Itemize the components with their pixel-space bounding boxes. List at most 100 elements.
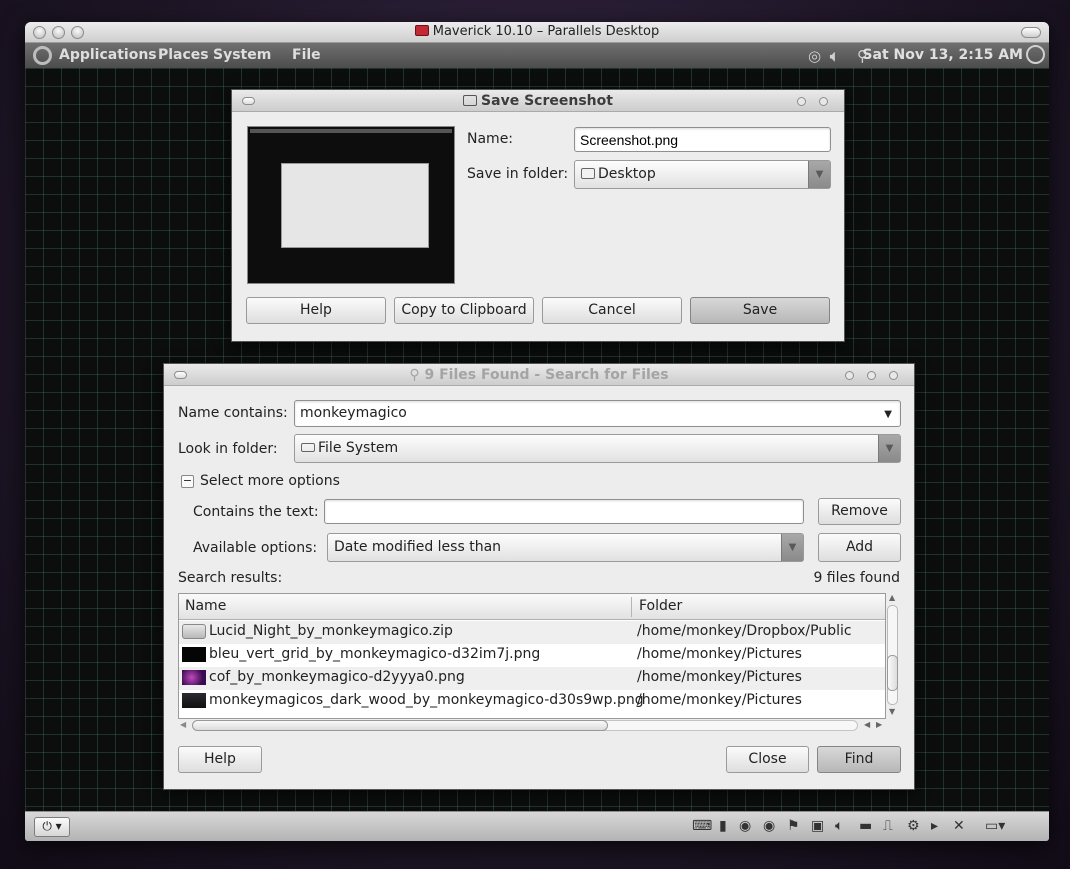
toolbar-toggle-button[interactable]: [1021, 27, 1041, 38]
maximize-button[interactable]: [867, 371, 876, 380]
image-thumbnail-icon: [182, 670, 206, 685]
filename-input[interactable]: [574, 127, 831, 152]
column-divider: [631, 597, 632, 617]
usb-icon[interactable]: ⎍: [883, 818, 893, 834]
network-adapter-icon[interactable]: ⚑: [787, 818, 800, 834]
scroll-right-arrow-icon[interactable]: ▶: [876, 720, 882, 729]
minimize-button[interactable]: [845, 371, 854, 380]
cancel-button[interactable]: Cancel: [542, 297, 682, 324]
tools-icon[interactable]: ✕: [953, 818, 965, 834]
h-scroll-thumb[interactable]: [192, 720, 608, 731]
copy-to-clipboard-button[interactable]: Copy to Clipboard: [394, 297, 534, 324]
files-found-count: 9 files found: [813, 570, 900, 586]
save-button[interactable]: Save: [690, 297, 830, 324]
network-icon[interactable]: ◎: [808, 47, 821, 65]
results-vertical-scrollbar[interactable]: ▲ ▼: [886, 593, 900, 719]
sound-icon[interactable]: 🔈︎: [835, 818, 843, 834]
available-options-value: Date modified less than: [334, 539, 502, 555]
panel-clock[interactable]: Sat Nov 13, 2:15 AM: [862, 47, 1023, 63]
scroll-down-arrow-icon[interactable]: ▼: [889, 707, 895, 716]
contains-text-input[interactable]: [324, 499, 804, 524]
close-button[interactable]: Close: [726, 746, 809, 773]
drive-icon: [301, 443, 315, 452]
vm-power-menu-button[interactable]: ⏻ ▾: [34, 817, 70, 837]
save-folder-combo[interactable]: Desktop ▼: [574, 160, 831, 189]
parallels-status-bar: ⏻ ▾ ⌨ ▮ ◉ ◉ ⚑ ▣ 🔈︎ ▬ ⎍ ⚙ ▸ ✕ ▭▾: [25, 811, 1049, 841]
file-folder: /home/monkey/Pictures: [637, 646, 802, 662]
save-dialog-titlebar: Save Screenshot: [232, 90, 844, 112]
chevron-down-icon[interactable]: ▼: [781, 534, 803, 561]
save-folder-value: Desktop: [598, 166, 656, 182]
scroll-thumb[interactable]: [887, 655, 898, 691]
scroll-up-arrow-icon[interactable]: ▲: [889, 593, 895, 602]
available-options-label: Available options:: [193, 540, 318, 556]
image-thumbnail-icon: [182, 647, 206, 662]
hard-disk-icon[interactable]: ▬: [859, 818, 872, 834]
save-screenshot-dialog: Save Screenshot Name: Save in folder: De…: [231, 89, 845, 342]
preview-dialog: [281, 163, 429, 248]
save-folder-label: Save in folder:: [467, 166, 569, 182]
help-button[interactable]: Help: [246, 297, 386, 324]
screenshot-preview: [247, 126, 455, 284]
volume-icon[interactable]: 🔈︎: [830, 47, 839, 65]
file-name: cof_by_monkeymagico-d2yyya0.png: [209, 669, 465, 685]
minimize-button[interactable]: [797, 97, 806, 106]
name-contains-label: Name contains:: [178, 405, 288, 421]
shared-folders-icon[interactable]: ⚙: [907, 818, 920, 834]
scroll-left-arrow-icon[interactable]: ◀: [864, 720, 870, 729]
chevron-down-icon[interactable]: ▼: [878, 435, 900, 462]
look-in-folder-combo[interactable]: File System ▼: [294, 434, 901, 463]
results-horizontal-scrollbar[interactable]: ◀ ◀ ▶: [178, 718, 886, 734]
remove-button[interactable]: Remove: [818, 498, 901, 525]
cd-drive-2-icon[interactable]: ◉: [763, 818, 775, 834]
mac-titlebar: Maverick 10.10 – Parallels Desktop: [25, 22, 1049, 43]
menu-file[interactable]: File: [292, 47, 321, 63]
ubuntu-logo-icon[interactable]: [33, 46, 52, 65]
collapse-expander-icon[interactable]: −: [181, 475, 194, 488]
name-contains-value: monkeymagico: [300, 405, 407, 421]
add-button[interactable]: Add: [818, 533, 901, 562]
maximize-button[interactable]: [819, 97, 828, 106]
ubuntu-top-panel: Applications Places System File ◎ 🔈︎ ⚲ S…: [25, 43, 1049, 68]
name-label: Name:: [467, 131, 514, 147]
scroll-left-arrow-icon[interactable]: ◀: [180, 720, 186, 729]
help-button[interactable]: Help: [178, 746, 262, 773]
chevron-down-icon[interactable]: ▼: [808, 161, 830, 188]
table-row[interactable]: Lucid_Night_by_monkeymagico.zip /home/mo…: [179, 621, 885, 644]
search-results-table[interactable]: Name Folder Lucid_Night_by_monkeymagico.…: [178, 593, 886, 719]
column-header-folder[interactable]: Folder: [639, 598, 682, 614]
find-button[interactable]: Find: [817, 746, 901, 773]
keyboard-icon[interactable]: ⌨: [692, 818, 712, 834]
archive-icon: [182, 624, 206, 639]
screenshot-icon: [463, 95, 478, 106]
table-row[interactable]: bleu_vert_grid_by_monkeymagico-d32im7j.p…: [179, 644, 885, 667]
play-icon[interactable]: ▸: [931, 818, 938, 834]
dropdown-arrow-icon[interactable]: ▼: [884, 404, 892, 425]
floppy-icon[interactable]: ▣: [811, 818, 824, 834]
power-icon[interactable]: [1026, 45, 1045, 64]
save-dialog-title: Save Screenshot: [232, 93, 844, 109]
mouse-icon[interactable]: ▮: [719, 818, 727, 834]
results-header: Name Folder: [179, 594, 885, 620]
search-dialog-title: ⚲ 9 Files Found - Search for Files: [164, 367, 914, 383]
file-name: bleu_vert_grid_by_monkeymagico-d32im7j.p…: [209, 646, 541, 662]
menu-system[interactable]: System: [213, 47, 271, 63]
folder-icon: [581, 168, 595, 179]
menu-places[interactable]: Places: [158, 47, 209, 63]
column-header-name[interactable]: Name: [185, 598, 226, 614]
contains-text-label: Contains the text:: [193, 504, 319, 520]
select-more-options-label[interactable]: Select more options: [200, 473, 340, 489]
search-results-label: Search results:: [178, 570, 283, 586]
available-options-combo[interactable]: Date modified less than ▼: [327, 533, 804, 562]
mac-title-text: Maverick 10.10 – Parallels Desktop: [432, 24, 660, 39]
menu-applications[interactable]: Applications: [59, 47, 157, 63]
search-files-dialog: ⚲ 9 Files Found - Search for Files Name …: [163, 363, 915, 790]
table-row[interactable]: monkeymagicos_dark_wood_by_monkeymagico-…: [179, 690, 885, 713]
close-button[interactable]: [889, 371, 898, 380]
image-thumbnail-icon: [182, 693, 206, 708]
name-contains-combo[interactable]: monkeymagico ▼: [294, 400, 901, 427]
mac-window-title: Maverick 10.10 – Parallels Desktop: [25, 24, 1049, 39]
table-row[interactable]: cof_by_monkeymagico-d2yyya0.png /home/mo…: [179, 667, 885, 690]
view-mode-icon[interactable]: ▭▾: [985, 818, 1005, 834]
cd-drive-icon[interactable]: ◉: [739, 818, 751, 834]
